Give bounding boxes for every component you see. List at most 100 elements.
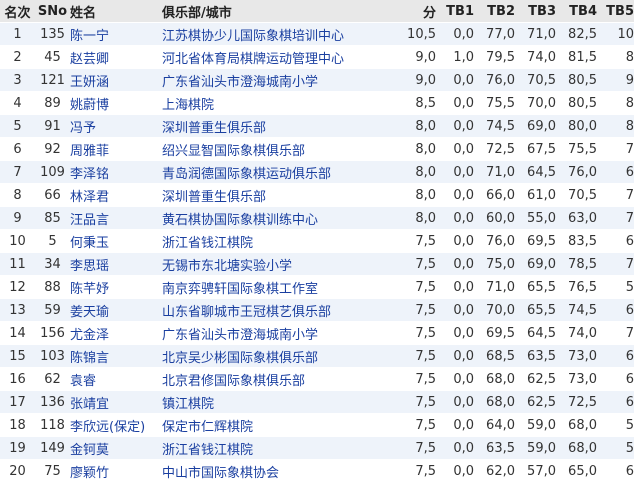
player-name-link[interactable]: 廖颖竹 (70, 466, 109, 481)
header-tb3[interactable]: TB3 (515, 0, 556, 23)
player-name-link[interactable]: 林泽君 (70, 190, 109, 205)
tb5-cell: 6 (597, 229, 634, 253)
header-tb4[interactable]: TB4 (556, 0, 597, 23)
club-link[interactable]: 深圳普重生俱乐部 (162, 121, 266, 136)
club-link[interactable]: 中山市国际象棋协会 (162, 466, 279, 481)
sno-cell: 91 (35, 114, 70, 138)
club-cell: 深圳普重生俱乐部 (162, 114, 398, 138)
rank-cell: 8 (0, 183, 35, 207)
rank-cell: 13 (0, 298, 35, 322)
player-name-link[interactable]: 赵芸卿 (70, 52, 109, 67)
player-name-link[interactable]: 陈芊妤 (70, 282, 109, 297)
name-cell: 汪品言 (70, 206, 162, 230)
tb4-cell: 76,0 (556, 160, 597, 184)
tb2-cell: 68,0 (474, 390, 515, 414)
table-row: 17 136 张靖宜 镇江棋院 7,5 0,0 68,0 62,5 72,5 6 (0, 390, 634, 414)
header-tb1[interactable]: TB1 (436, 0, 474, 23)
points-cell: 8,0 (398, 137, 436, 161)
club-link[interactable]: 河北省体育局棋牌运动管理中心 (162, 52, 344, 67)
tb1-cell: 0,0 (436, 390, 474, 414)
tb1-cell: 1,0 (436, 45, 474, 69)
club-link[interactable]: 无锡市东北塘实验小学 (162, 259, 292, 274)
tb4-cell: 72,5 (556, 390, 597, 414)
tb3-cell: 62,5 (515, 390, 556, 414)
header-tb5[interactable]: TB5 (597, 0, 634, 23)
player-name-link[interactable]: 李思瑶 (70, 259, 109, 274)
club-link[interactable]: 青岛润德国际象棋运动俱乐部 (162, 167, 331, 182)
tb4-cell: 74,0 (556, 321, 597, 345)
club-link[interactable]: 广东省汕头市澄海城南小学 (162, 328, 318, 343)
player-name-link[interactable]: 陈一宁 (70, 29, 109, 44)
club-link[interactable]: 浙江省钱江棋院 (162, 443, 253, 458)
player-name-link[interactable]: 李欣远(保定) (70, 420, 145, 435)
club-link[interactable]: 绍兴显智国际象棋俱乐部 (162, 144, 305, 159)
rank-cell: 10 (0, 229, 35, 253)
player-name-link[interactable]: 金钶莫 (70, 443, 109, 458)
tb2-cell: 66,0 (474, 183, 515, 207)
rank-cell: 1 (0, 22, 35, 46)
club-cell: 镇江棋院 (162, 390, 398, 414)
club-link[interactable]: 广东省汕头市澄海城南小学 (162, 75, 318, 90)
club-link[interactable]: 江苏棋协少儿国际象棋培训中心 (162, 29, 344, 44)
tb4-cell: 73,0 (556, 367, 597, 391)
tb4-cell: 83,5 (556, 229, 597, 253)
table-row: 19 149 金钶莫 浙江省钱江棋院 7,5 0,0 63,5 59,0 68,0 5 (0, 436, 634, 460)
club-link[interactable]: 山东省聊城市王冠棋艺俱乐部 (162, 305, 331, 320)
club-link[interactable]: 北京吴少彬国际象棋俱乐部 (162, 351, 318, 366)
club-cell: 绍兴显智国际象棋俱乐部 (162, 137, 398, 161)
name-cell: 李欣远(保定) (70, 413, 162, 437)
table-row: 5 91 冯予 深圳普重生俱乐部 8,0 0,0 74,5 69,0 80,0 8 (0, 114, 634, 138)
tb1-cell: 0,0 (436, 183, 474, 207)
player-name-link[interactable]: 王妍涵 (70, 75, 109, 90)
player-name-link[interactable]: 冯予 (70, 121, 96, 136)
player-name-link[interactable]: 袁睿 (70, 374, 96, 389)
club-link[interactable]: 浙江省钱江棋院 (162, 236, 253, 251)
header-sno[interactable]: SNo (35, 0, 70, 23)
club-link[interactable]: 深圳普重生俱乐部 (162, 190, 266, 205)
tb5-cell: 6 (597, 298, 634, 322)
player-name-link[interactable]: 陈锦言 (70, 351, 109, 366)
header-club[interactable]: 俱乐部/城市 (162, 0, 398, 23)
club-cell: 广东省汕头市澄海城南小学 (162, 68, 398, 92)
tb2-cell: 64,0 (474, 413, 515, 437)
tb1-cell: 0,0 (436, 298, 474, 322)
tb1-cell: 0,0 (436, 413, 474, 437)
club-cell: 河北省体育局棋牌运动管理中心 (162, 45, 398, 69)
player-name-link[interactable]: 张靖宜 (70, 397, 109, 412)
player-name-link[interactable]: 姚蔚博 (70, 98, 109, 113)
player-name-link[interactable]: 尤金泽 (70, 328, 109, 343)
club-link[interactable]: 镇江棋院 (162, 397, 214, 412)
tb3-cell: 59,0 (515, 436, 556, 460)
club-cell: 北京君修国际象棋俱乐部 (162, 367, 398, 391)
sno-cell: 156 (35, 321, 70, 345)
player-name-link[interactable]: 姜天瑜 (70, 305, 109, 320)
player-name-link[interactable]: 何秉玉 (70, 236, 109, 251)
player-name-link[interactable]: 汪品言 (70, 213, 109, 228)
tb1-cell: 0,0 (436, 137, 474, 161)
club-link[interactable]: 上海棋院 (162, 98, 214, 113)
tb1-cell: 0,0 (436, 68, 474, 92)
header-points[interactable]: 分 (398, 0, 436, 23)
header-tb2[interactable]: TB2 (474, 0, 515, 23)
tb2-cell: 71,0 (474, 160, 515, 184)
name-cell: 林泽君 (70, 183, 162, 207)
table-row: 15 103 陈锦言 北京吴少彬国际象棋俱乐部 7,5 0,0 68,5 63,5 73,0 6 (0, 344, 634, 368)
table-row: 12 88 陈芊妤 南京弈骋轩国际象棋工作室 7,5 0,0 71,0 65,5 76,5 5 (0, 275, 634, 299)
sno-cell: 45 (35, 45, 70, 69)
tb1-cell: 0,0 (436, 459, 474, 483)
tb5-cell: 6 (597, 160, 634, 184)
tb1-cell: 0,0 (436, 436, 474, 460)
tb2-cell: 74,5 (474, 114, 515, 138)
tb5-cell: 5 (597, 436, 634, 460)
club-link[interactable]: 南京弈骋轩国际象棋工作室 (162, 282, 318, 297)
sno-cell: 149 (35, 436, 70, 460)
player-name-link[interactable]: 李泽铭 (70, 167, 109, 182)
club-cell: 深圳普重生俱乐部 (162, 183, 398, 207)
header-rank[interactable]: 名次 (0, 0, 35, 23)
club-link[interactable]: 北京君修国际象棋俱乐部 (162, 374, 305, 389)
club-cell: 南京弈骋轩国际象棋工作室 (162, 275, 398, 299)
player-name-link[interactable]: 周雅菲 (70, 144, 109, 159)
header-name[interactable]: 姓名 (70, 0, 162, 23)
club-link[interactable]: 保定市仁辉棋院 (162, 420, 253, 435)
club-link[interactable]: 黄石棋协国际象棋训练中心 (162, 213, 318, 228)
